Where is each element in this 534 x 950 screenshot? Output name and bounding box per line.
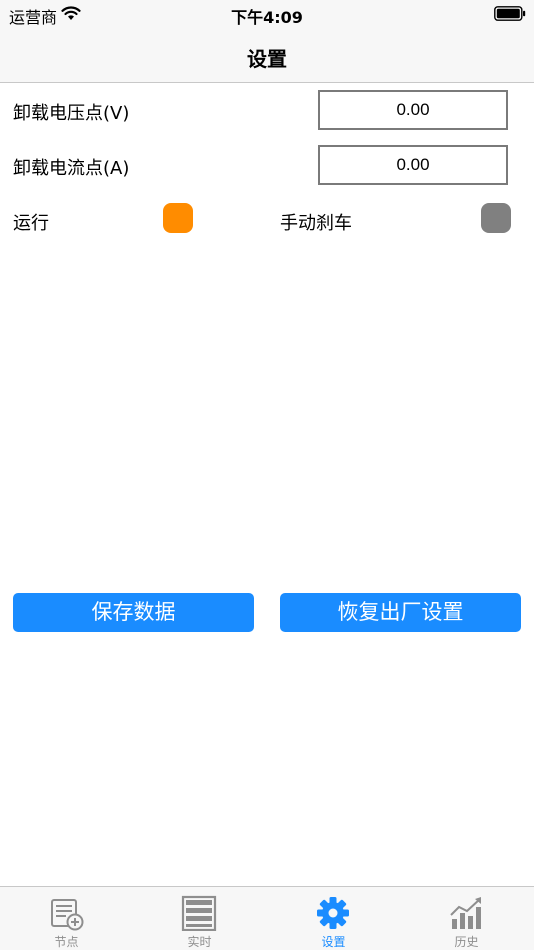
unload-voltage-input[interactable]: 0.00 — [318, 90, 508, 130]
manual-brake-label: 手动刹车 — [280, 213, 352, 234]
factory-reset-button[interactable]: 恢复出厂设置 — [280, 593, 521, 632]
status-bar: 运营商 下午4:09 — [0, 0, 534, 28]
unload-voltage-label: 卸载电压点(V) — [13, 103, 130, 124]
tab-settings-label: 设置 — [321, 935, 346, 949]
running-label: 运行 — [13, 213, 49, 234]
tab-realtime[interactable]: 实时 — [133, 887, 266, 950]
page-title: 设置 — [247, 47, 287, 71]
tab-history[interactable]: 历史 — [400, 887, 533, 950]
tab-realtime-label: 实时 — [187, 935, 212, 949]
unload-current-input[interactable]: 0.00 — [318, 145, 508, 185]
tab-settings[interactable]: 设置 — [267, 887, 400, 950]
node-add-icon — [51, 899, 84, 931]
running-indicator — [163, 203, 193, 233]
tab-nodes-label: 节点 — [54, 935, 79, 949]
nav-bar: 设置 — [0, 28, 534, 83]
unload-current-label: 卸载电流点(A) — [13, 158, 130, 179]
battery-icon — [494, 6, 526, 21]
tab-bar: 节点 实时 设置 历史 — [0, 886, 534, 950]
history-chart-icon — [450, 897, 481, 929]
realtime-list-icon — [181, 895, 217, 931]
tab-history-label: 历史 — [454, 935, 479, 949]
tab-nodes[interactable]: 节点 — [0, 887, 133, 950]
manual-brake-indicator — [481, 203, 511, 233]
save-data-button[interactable]: 保存数据 — [13, 593, 254, 632]
status-time: 下午4:09 — [231, 8, 303, 27]
gear-icon — [317, 897, 349, 929]
settings-screen: 运营商 下午4:09 设置 卸载电压点(V) 0.00 卸载电流点(A) 0.0… — [0, 0, 534, 950]
